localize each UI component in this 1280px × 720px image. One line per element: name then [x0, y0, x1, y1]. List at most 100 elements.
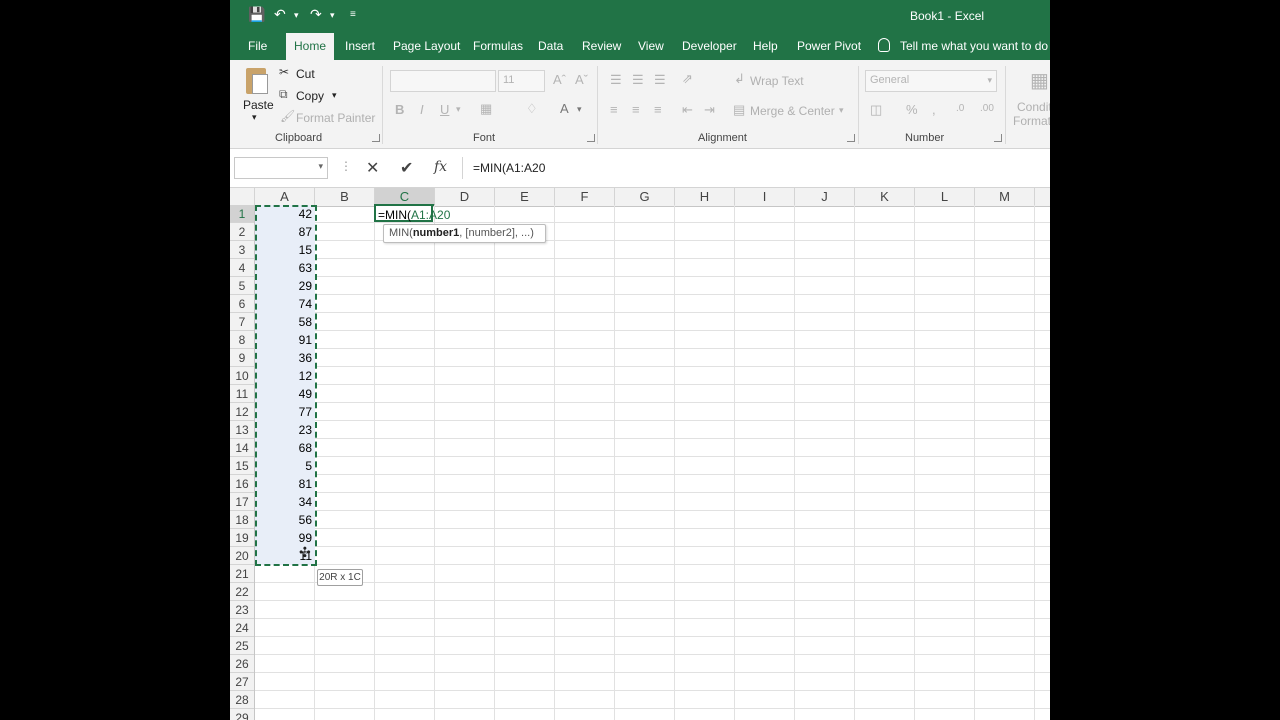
cell-a16[interactable]: 81	[255, 475, 312, 493]
row-header-6[interactable]: 6	[230, 295, 254, 313]
undo-dropdown-icon[interactable]: ▾	[294, 10, 299, 21]
cell-a3[interactable]: 15	[255, 241, 312, 259]
top-align-icon[interactable]: ☰	[610, 72, 622, 88]
accounting-format-icon[interactable]: ◫	[870, 102, 882, 118]
paste-button[interactable]: Paste	[243, 98, 274, 112]
align-right-icon[interactable]: ≡	[654, 102, 662, 117]
row-header-29[interactable]: 29	[230, 709, 254, 720]
tab-review[interactable]: Review	[582, 32, 621, 60]
decrease-indent-icon[interactable]: ⇤	[682, 102, 693, 118]
cell-a15[interactable]: 5	[255, 457, 312, 475]
comma-style-icon[interactable]: ,	[932, 102, 936, 117]
tell-me-search[interactable]: Tell me what you want to do	[878, 32, 1048, 60]
tab-developer[interactable]: Developer	[682, 32, 737, 60]
cell-a9[interactable]: 36	[255, 349, 312, 367]
italic-icon[interactable]: I	[420, 102, 424, 117]
increase-decimal-icon[interactable]: .0	[956, 103, 964, 114]
cell-a6[interactable]: 74	[255, 295, 312, 313]
formula-input[interactable]: =MIN(A1:A20	[462, 157, 1050, 179]
row-header-27[interactable]: 27	[230, 673, 254, 691]
column-header-i[interactable]: I	[735, 188, 795, 206]
cell-grid[interactable]	[255, 205, 1050, 720]
column-header-l[interactable]: L	[915, 188, 975, 206]
column-header-k[interactable]: K	[855, 188, 915, 206]
row-header-1[interactable]: 1	[230, 205, 254, 223]
percent-style-icon[interactable]: %	[906, 102, 918, 117]
cell-a1[interactable]: 42	[255, 205, 312, 223]
row-header-7[interactable]: 7	[230, 313, 254, 331]
font-color-icon[interactable]: A	[560, 101, 569, 116]
merge-dropdown-icon[interactable]: ▾	[839, 105, 844, 116]
copy-button[interactable]: Copy	[296, 89, 324, 103]
cell-a18[interactable]: 56	[255, 511, 312, 529]
font-name-box[interactable]	[390, 70, 496, 92]
increase-font-icon[interactable]: Aˆ	[553, 72, 566, 87]
row-header-9[interactable]: 9	[230, 349, 254, 367]
row-header-24[interactable]: 24	[230, 619, 254, 637]
row-header-13[interactable]: 13	[230, 421, 254, 439]
tab-data[interactable]: Data	[538, 32, 563, 60]
row-header-19[interactable]: 19	[230, 529, 254, 547]
tab-help[interactable]: Help	[753, 32, 778, 60]
align-left-icon[interactable]: ≡	[610, 102, 618, 117]
row-header-10[interactable]: 10	[230, 367, 254, 385]
decrease-decimal-icon[interactable]: .00	[980, 103, 994, 114]
row-header-5[interactable]: 5	[230, 277, 254, 295]
column-header-j[interactable]: J	[795, 188, 855, 206]
format-painter-button[interactable]: Format Painter	[296, 111, 375, 125]
font-color-dropdown-icon[interactable]: ▾	[577, 104, 582, 115]
bold-icon[interactable]: B	[395, 102, 404, 117]
clipboard-launcher-icon[interactable]	[372, 134, 380, 142]
fill-color-icon[interactable]: ♢	[526, 101, 538, 117]
align-center-icon[interactable]: ≡	[632, 102, 640, 117]
decrease-font-icon[interactable]: Aˇ	[575, 72, 588, 87]
redo-dropdown-icon[interactable]: ▾	[330, 10, 335, 21]
row-header-25[interactable]: 25	[230, 637, 254, 655]
undo-icon[interactable]: ↶	[274, 6, 286, 23]
tab-power-pivot[interactable]: Power Pivot	[797, 32, 861, 60]
font-size-box[interactable]: 11	[498, 70, 545, 92]
alignment-launcher-icon[interactable]	[847, 134, 855, 142]
cell-a4[interactable]: 63	[255, 259, 312, 277]
orientation-icon[interactable]: ⇗	[682, 71, 693, 87]
function-tooltip[interactable]: MIN(number1, [number2], ...)	[383, 224, 546, 243]
paste-dropdown-icon[interactable]: ▾	[252, 112, 257, 123]
merge-center-button[interactable]: Merge & Center	[750, 104, 835, 118]
row-header-15[interactable]: 15	[230, 457, 254, 475]
wrap-text-button[interactable]: Wrap Text	[750, 74, 804, 88]
increase-indent-icon[interactable]: ⇥	[704, 102, 715, 118]
column-header-a[interactable]: A	[255, 188, 315, 206]
tab-page-layout[interactable]: Page Layout	[393, 32, 460, 60]
cell-a2[interactable]: 87	[255, 223, 312, 241]
column-header-e[interactable]: E	[495, 188, 555, 206]
font-launcher-icon[interactable]	[587, 134, 595, 142]
cell-a14[interactable]: 68	[255, 439, 312, 457]
number-format-box[interactable]: General ▾	[865, 70, 997, 92]
underline-dropdown-icon[interactable]: ▾	[456, 104, 461, 115]
row-header-16[interactable]: 16	[230, 475, 254, 493]
row-header-12[interactable]: 12	[230, 403, 254, 421]
cell-a8[interactable]: 91	[255, 331, 312, 349]
number-launcher-icon[interactable]	[994, 134, 1002, 142]
conditional-formatting-label-2[interactable]: Formatti	[1013, 114, 1050, 128]
active-cell-c1[interactable]: =MIN(A1:A20	[374, 204, 450, 222]
cell-a12[interactable]: 77	[255, 403, 312, 421]
cell-a5[interactable]: 29	[255, 277, 312, 295]
tab-home[interactable]: Home	[286, 33, 335, 60]
row-header-3[interactable]: 3	[230, 241, 254, 259]
row-header-11[interactable]: 11	[230, 385, 254, 403]
column-header-g[interactable]: G	[615, 188, 675, 206]
underline-icon[interactable]: U	[440, 102, 449, 117]
select-all-corner[interactable]	[230, 188, 255, 206]
cell-a7[interactable]: 58	[255, 313, 312, 331]
name-box-dropdown-icon[interactable]: ▾	[318, 161, 323, 172]
row-header-26[interactable]: 26	[230, 655, 254, 673]
cell-a13[interactable]: 23	[255, 421, 312, 439]
borders-icon[interactable]: ▦	[480, 101, 492, 117]
column-header-h[interactable]: H	[675, 188, 735, 206]
row-header-4[interactable]: 4	[230, 259, 254, 277]
tab-view[interactable]: View	[638, 32, 664, 60]
conditional-formatting-icon[interactable]: ▦	[1030, 68, 1049, 93]
column-header-d[interactable]: D	[435, 188, 495, 206]
conditional-formatting-label-1[interactable]: Conditi	[1017, 100, 1050, 114]
